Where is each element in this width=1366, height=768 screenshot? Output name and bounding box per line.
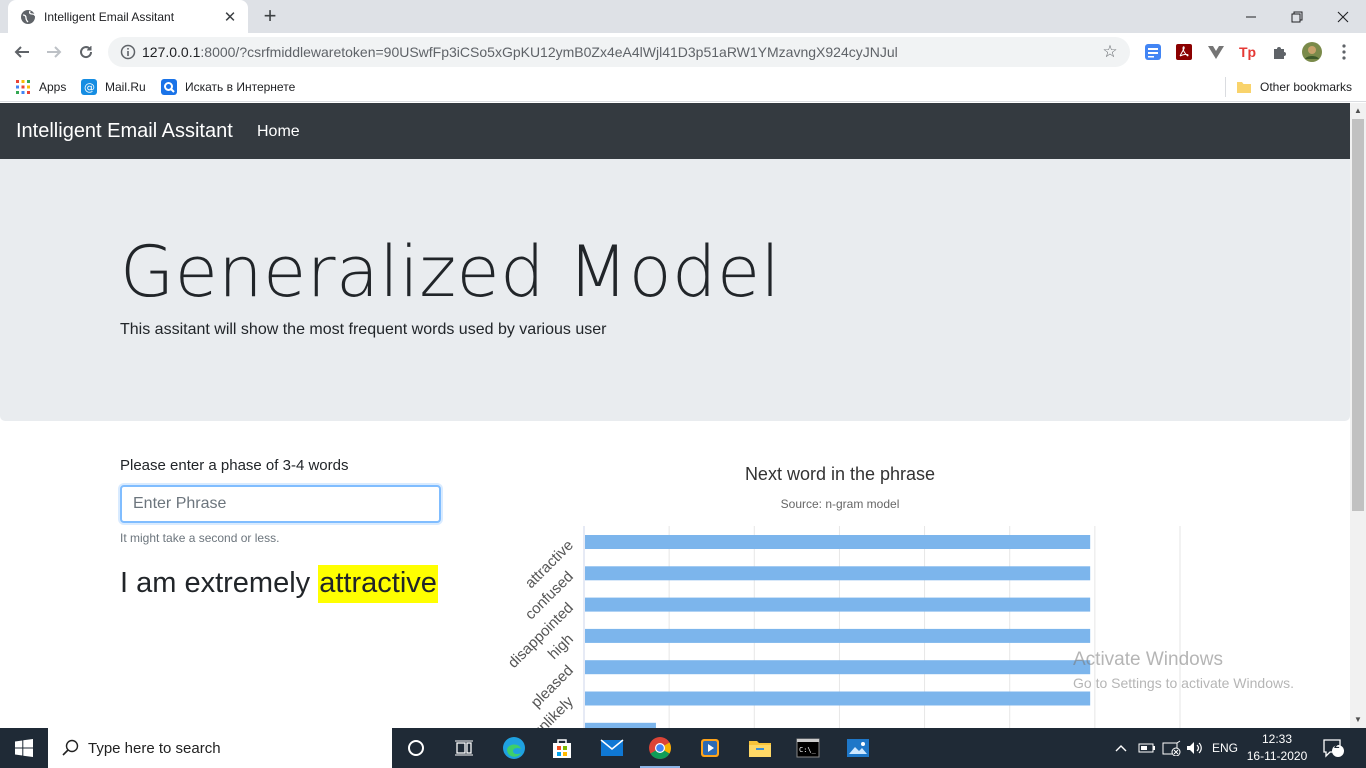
edge-icon[interactable] <box>490 728 538 768</box>
bookmark-other[interactable]: Other bookmarks <box>1236 77 1352 97</box>
network-icon[interactable] <box>1162 728 1182 768</box>
chart-bar <box>585 597 1091 612</box>
windows-start-icon[interactable] <box>0 728 48 768</box>
bookmark-search-web[interactable]: Искать в Интернете <box>161 77 295 97</box>
globe-icon <box>21 9 36 24</box>
browser-toolbar: 127.0.0.1:8000/?csrfmiddlewaretoken=90US… <box>0 33 1366 71</box>
svg-text:@: @ <box>84 81 95 94</box>
url-text: 127.0.0.1:8000/?csrfmiddlewaretoken=90US… <box>142 44 1100 60</box>
docs-extension-icon[interactable] <box>1143 42 1163 62</box>
chart-bar <box>585 535 1091 549</box>
folder-icon <box>1237 82 1251 93</box>
navbar-brand[interactable]: Intelligent Email Assitant <box>16 120 233 143</box>
minimize-icon[interactable] <box>1228 0 1274 33</box>
bookmark-label: Искать в Интернете <box>185 80 296 94</box>
mailru-icon: @ <box>81 79 97 95</box>
nav-home-link[interactable]: Home <box>257 123 300 141</box>
taskbar-search-placeholder: Type here to search <box>88 739 221 757</box>
scroll-down-icon[interactable]: ▼ <box>1350 712 1366 728</box>
task-view-icon[interactable] <box>440 728 488 768</box>
bookmarks-bar: Apps @ Mail.Ru Искать в Интернете Other … <box>0 71 1366 102</box>
cortana-icon[interactable] <box>392 728 440 768</box>
forward-icon[interactable] <box>42 40 66 64</box>
url-path: :8000/?csrfmiddlewaretoken=90USwfFp3iCSo… <box>200 44 898 60</box>
next-word-chart: Next word in the phrase Source: n-gram mo… <box>505 464 1181 728</box>
file-explorer-icon[interactable] <box>736 728 784 768</box>
mail-icon[interactable] <box>588 728 636 768</box>
apps-grid-icon <box>16 80 30 94</box>
bookmark-apps[interactable]: Apps <box>15 77 66 97</box>
bookmark-label: Apps <box>39 80 67 94</box>
notification-count: 2 <box>1334 740 1340 751</box>
reload-icon[interactable] <box>74 40 98 64</box>
pdf-extension-icon[interactable] <box>1174 42 1194 62</box>
vue-extension-icon[interactable] <box>1206 42 1226 62</box>
chart-subtitle: Source: n-gram model <box>781 497 900 511</box>
svg-text:C:\_: C:\_ <box>799 746 817 754</box>
notifications-icon[interactable]: 2 <box>1322 728 1344 768</box>
search-icon <box>62 739 79 756</box>
page-viewport: Intelligent Email Assitant Home Generali… <box>0 103 1350 728</box>
url-host: 127.0.0.1 <box>142 44 201 60</box>
tab-close-icon[interactable]: ✕ <box>222 8 238 26</box>
media-player-icon[interactable] <box>686 728 734 768</box>
volume-icon[interactable] <box>1186 728 1204 768</box>
terminal-icon[interactable]: C:\_ <box>784 728 832 768</box>
prediction-result: I am extremely attractive <box>120 565 438 603</box>
search-q-icon <box>161 79 177 95</box>
page-scrollbar[interactable]: ▲ ▼ <box>1350 103 1366 728</box>
profile-avatar[interactable] <box>1302 42 1322 62</box>
chrome-taskbar-icon[interactable] <box>636 728 684 768</box>
site-navbar: Intelligent Email Assitant Home <box>0 103 1350 159</box>
show-hidden-icons-chevron-icon[interactable] <box>1114 728 1128 768</box>
store-icon[interactable] <box>538 728 586 768</box>
page-subtitle: This assitant will show the most frequen… <box>120 321 607 338</box>
battery-icon[interactable] <box>1138 728 1156 768</box>
chart-bar <box>585 660 1091 675</box>
bookmark-star-icon[interactable]: ☆ <box>1100 42 1120 62</box>
jumbotron: Generalized Model This assitant will sho… <box>0 159 1350 421</box>
windows-taskbar: Type here to search C:\_ ENG 12:33 16-11… <box>0 728 1366 768</box>
chart-bar <box>585 691 1091 706</box>
clock-time: 12:33 <box>1261 732 1293 746</box>
phrase-label: Please enter a phase of 3-4 words <box>120 457 349 474</box>
tab-strip: Intelligent Email Assitant ✕ + <box>0 0 1366 33</box>
browser-tab[interactable]: Intelligent Email Assitant ✕ <box>8 0 248 33</box>
phrase-help-text: It might take a second or less. <box>120 531 280 545</box>
predicted-word: attractive <box>318 565 438 603</box>
chart-bar <box>585 628 1091 643</box>
bookmark-mailru[interactable]: @ Mail.Ru <box>81 77 146 97</box>
menu-kebab-icon[interactable] <box>1334 42 1354 62</box>
result-prefix: I am extremely <box>120 567 311 599</box>
bookmark-divider <box>1225 77 1226 97</box>
photos-icon[interactable] <box>834 728 882 768</box>
window-close-icon[interactable] <box>1320 0 1366 33</box>
scroll-up-icon[interactable]: ▲ <box>1350 103 1366 119</box>
taskbar-clock[interactable]: 12:33 16-11-2020 <box>1244 731 1310 765</box>
chart-bar <box>585 566 1091 581</box>
back-icon[interactable] <box>10 40 34 64</box>
clock-date: 16-11-2020 <box>1246 749 1308 763</box>
page-title: Generalized Model <box>120 231 781 313</box>
language-indicator[interactable]: ENG <box>1212 728 1238 768</box>
svg-text:Tp: Tp <box>1239 44 1256 60</box>
bookmark-label: Mail.Ru <box>105 80 146 94</box>
taskbar-search-box[interactable]: Type here to search <box>48 728 392 768</box>
bookmark-label: Other bookmarks <box>1260 80 1353 94</box>
scrollbar-thumb[interactable] <box>1352 119 1364 511</box>
restore-icon[interactable] <box>1274 0 1320 33</box>
address-bar[interactable]: 127.0.0.1:8000/?csrfmiddlewaretoken=90US… <box>108 37 1130 67</box>
chart-title: Next word in the phrase <box>745 464 935 484</box>
new-tab-button[interactable]: + <box>258 4 282 28</box>
tp-extension-icon[interactable]: Tp <box>1238 42 1258 62</box>
extensions-puzzle-icon[interactable] <box>1270 42 1290 62</box>
phrase-input[interactable] <box>120 485 441 523</box>
site-info-icon[interactable] <box>120 44 136 60</box>
tab-title: Intelligent Email Assitant <box>44 9 175 24</box>
